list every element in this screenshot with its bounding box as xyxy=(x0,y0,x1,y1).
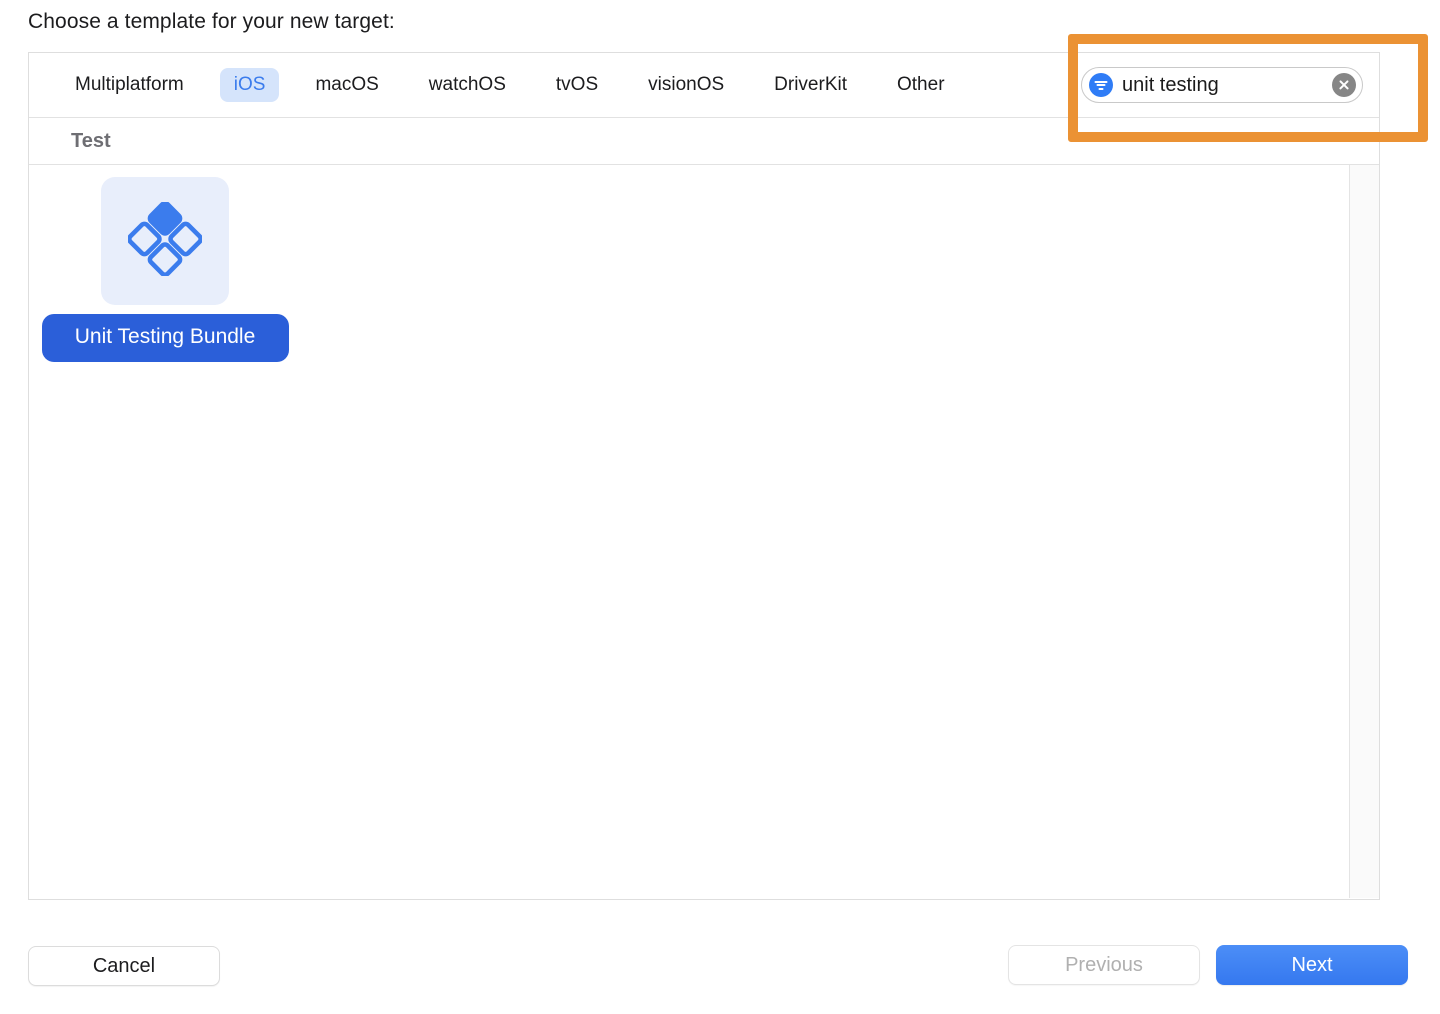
platform-tabbar: Multiplatform iOS macOS watchOS tvOS vis… xyxy=(29,53,1379,118)
tab-visionos[interactable]: visionOS xyxy=(634,68,738,102)
tab-macos[interactable]: macOS xyxy=(301,68,392,102)
filter-icon[interactable] xyxy=(1089,73,1113,97)
template-label: Unit Testing Bundle xyxy=(42,314,289,362)
tab-tvos[interactable]: tvOS xyxy=(542,68,612,102)
search-field[interactable]: unit testing xyxy=(1081,67,1363,103)
tab-watchos[interactable]: watchOS xyxy=(415,68,520,102)
cancel-button[interactable]: Cancel xyxy=(28,946,220,986)
four-diamonds-icon xyxy=(128,202,202,281)
tab-multiplatform[interactable]: Multiplatform xyxy=(61,68,198,102)
template-grid: Unit Testing Bundle xyxy=(29,165,1379,362)
search-input[interactable]: unit testing xyxy=(1113,74,1332,97)
next-button[interactable]: Next xyxy=(1216,945,1408,985)
section-header-test: Test xyxy=(29,118,1379,165)
template-unit-testing-bundle[interactable]: Unit Testing Bundle xyxy=(41,177,289,362)
section-title: Test xyxy=(71,130,111,153)
page-title: Choose a template for your new target: xyxy=(28,10,395,34)
template-grid-area: Unit Testing Bundle xyxy=(29,165,1379,898)
search-container: unit testing xyxy=(1081,67,1363,103)
tab-other[interactable]: Other xyxy=(883,68,959,102)
template-chooser-dialog: Choose a template for your new target: M… xyxy=(0,0,1440,1014)
clear-icon[interactable] xyxy=(1332,73,1356,97)
tab-ios[interactable]: iOS xyxy=(220,68,280,102)
template-icon-tile xyxy=(101,177,229,305)
previous-button[interactable]: Previous xyxy=(1008,945,1200,985)
tab-driverkit[interactable]: DriverKit xyxy=(760,68,861,102)
template-panel: Multiplatform iOS macOS watchOS tvOS vis… xyxy=(28,52,1380,900)
vertical-scrollbar[interactable] xyxy=(1349,165,1379,898)
